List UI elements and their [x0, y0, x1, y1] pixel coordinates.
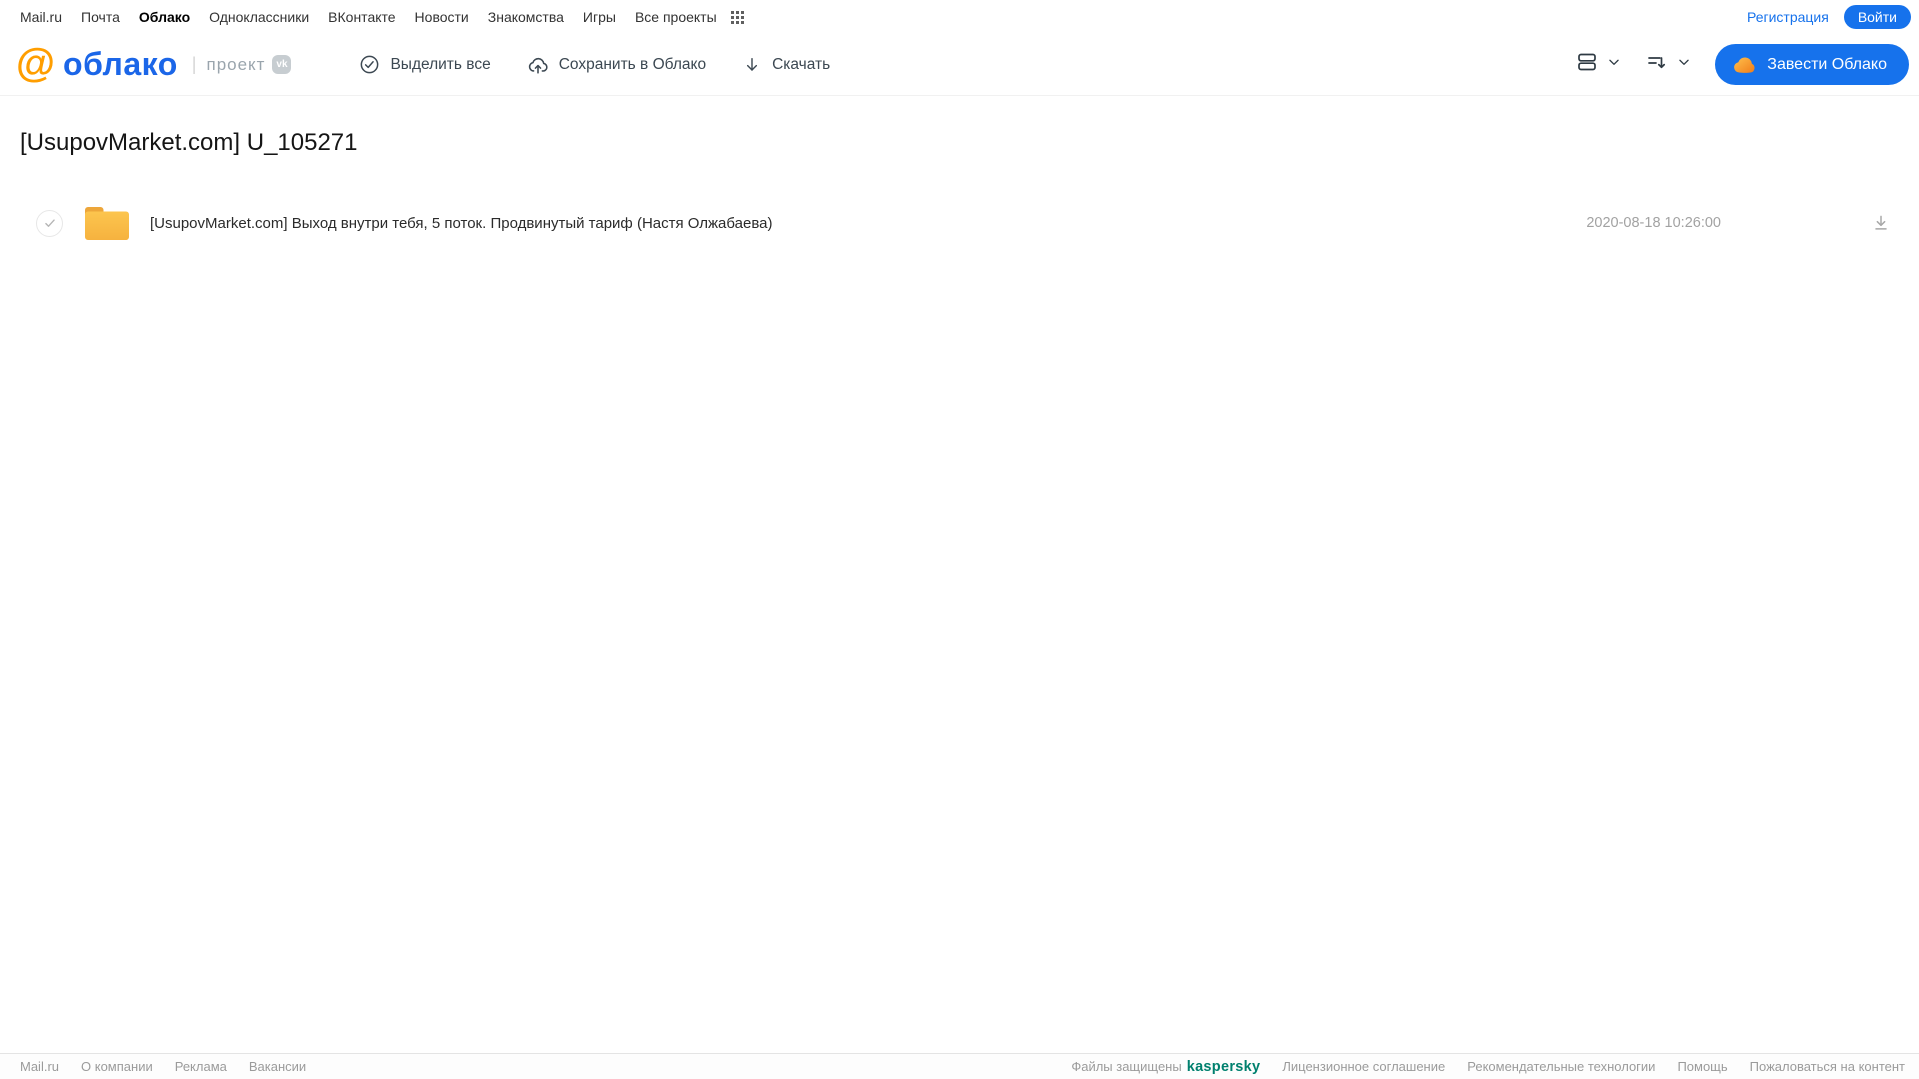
download-arrow-icon	[742, 55, 762, 75]
portal-link-mailru[interactable]: Mail.ru	[20, 9, 62, 25]
portal-link-pochta[interactable]: Почта	[81, 9, 120, 25]
main-content: [UsupovMarket.com] U_105271 [UsupovMarke…	[0, 96, 1919, 247]
portal-link-novosti[interactable]: Новости	[415, 9, 469, 25]
portal-link-all-projects[interactable]: Все проекты	[635, 9, 717, 25]
portal-link-odnoklassniki[interactable]: Одноклассники	[209, 9, 309, 25]
footer-link-vacancies[interactable]: Вакансии	[249, 1059, 306, 1074]
grid-dots-icon[interactable]	[730, 10, 745, 25]
page-footer: Mail.ru О компании Реклама Вакансии Файл…	[0, 1053, 1919, 1079]
page-title: [UsupovMarket.com] U_105271	[20, 129, 358, 156]
sort-dropdown[interactable]	[1645, 50, 1691, 79]
portal-link-vkontakte[interactable]: ВКонтакте	[328, 9, 395, 25]
portal-link-oblako[interactable]: Облако	[139, 9, 190, 25]
portal-auth: Регистрация Войти	[1747, 5, 1911, 29]
cloud-logo[interactable]: @ облако | проект vk	[16, 40, 292, 85]
file-row[interactable]: [UsupovMarket.com] Выход внутри тебя, 5 …	[0, 199, 1919, 247]
footer-link-company[interactable]: О компании	[81, 1059, 153, 1074]
protected-files-label: Файлы защищены	[1071, 1059, 1182, 1074]
download-label: Скачать	[772, 55, 831, 73]
logo-project-label: проект	[206, 54, 266, 74]
row-download-icon[interactable]	[1871, 213, 1891, 233]
footer-link-recommendation[interactable]: Рекомендательные технологии	[1467, 1059, 1655, 1074]
file-name[interactable]: [UsupovMarket.com] Выход внутри тебя, 5 …	[150, 215, 772, 232]
footer-link-ads[interactable]: Реклама	[175, 1059, 227, 1074]
login-button[interactable]: Войти	[1843, 5, 1911, 29]
list-view-icon	[1575, 50, 1599, 79]
chevron-down-icon	[1677, 55, 1691, 74]
save-to-cloud-label: Сохранить в Облако	[558, 55, 707, 73]
footer-right-links: Файлы защищены kaspersky Лицензионное со…	[1071, 1059, 1905, 1075]
vk-badge-icon: vk	[272, 55, 292, 74]
portal-navbar: Mail.ru Почта Облако Одноклассники ВКонт…	[0, 0, 1919, 34]
app-header: @ облако | проект vk Выделить все Сохран…	[0, 34, 1919, 96]
check-circle-icon	[359, 54, 380, 75]
header-controls: Завести Облако	[1575, 44, 1909, 85]
logo-divider: |	[191, 54, 197, 74]
cloud-upload-icon	[527, 54, 549, 76]
footer-link-license[interactable]: Лицензионное соглашение	[1282, 1059, 1445, 1074]
portal-links: Mail.ru Почта Облако Одноклассники ВКонт…	[20, 9, 745, 25]
file-date: 2020-08-18 10:26:00	[1586, 215, 1721, 231]
footer-left-links: Mail.ru О компании Реклама Вакансии	[20, 1059, 306, 1074]
sort-icon	[1645, 50, 1669, 79]
folder-icon	[83, 205, 131, 242]
portal-link-znakomstva[interactable]: Знакомства	[488, 9, 564, 25]
row-checkbox[interactable]	[36, 209, 63, 237]
logo-wordmark: облако	[63, 46, 178, 82]
portal-link-igry[interactable]: Игры	[583, 9, 616, 25]
create-cloud-label: Завести Облако	[1767, 55, 1887, 73]
create-cloud-button[interactable]: Завести Облако	[1715, 44, 1909, 85]
kaspersky-protection[interactable]: Файлы защищены kaspersky	[1071, 1059, 1260, 1075]
file-toolbar: Выделить все Сохранить в Облако Скачать	[359, 54, 830, 76]
view-mode-dropdown[interactable]	[1575, 50, 1621, 79]
footer-link-help[interactable]: Помощь	[1677, 1059, 1727, 1074]
select-all-button[interactable]: Выделить все	[359, 54, 491, 75]
cloud-icon	[1731, 52, 1757, 78]
download-button[interactable]: Скачать	[742, 55, 830, 75]
footer-link-report[interactable]: Пожаловаться на контент	[1750, 1059, 1905, 1074]
select-all-label: Выделить все	[390, 55, 491, 73]
chevron-down-icon	[1607, 55, 1621, 74]
save-to-cloud-button[interactable]: Сохранить в Облако	[527, 54, 706, 76]
footer-link-mailru[interactable]: Mail.ru	[20, 1059, 59, 1074]
registration-link[interactable]: Регистрация	[1747, 9, 1829, 25]
kaspersky-logo: kaspersky	[1186, 1058, 1261, 1075]
mailru-at-icon: @	[16, 40, 56, 85]
